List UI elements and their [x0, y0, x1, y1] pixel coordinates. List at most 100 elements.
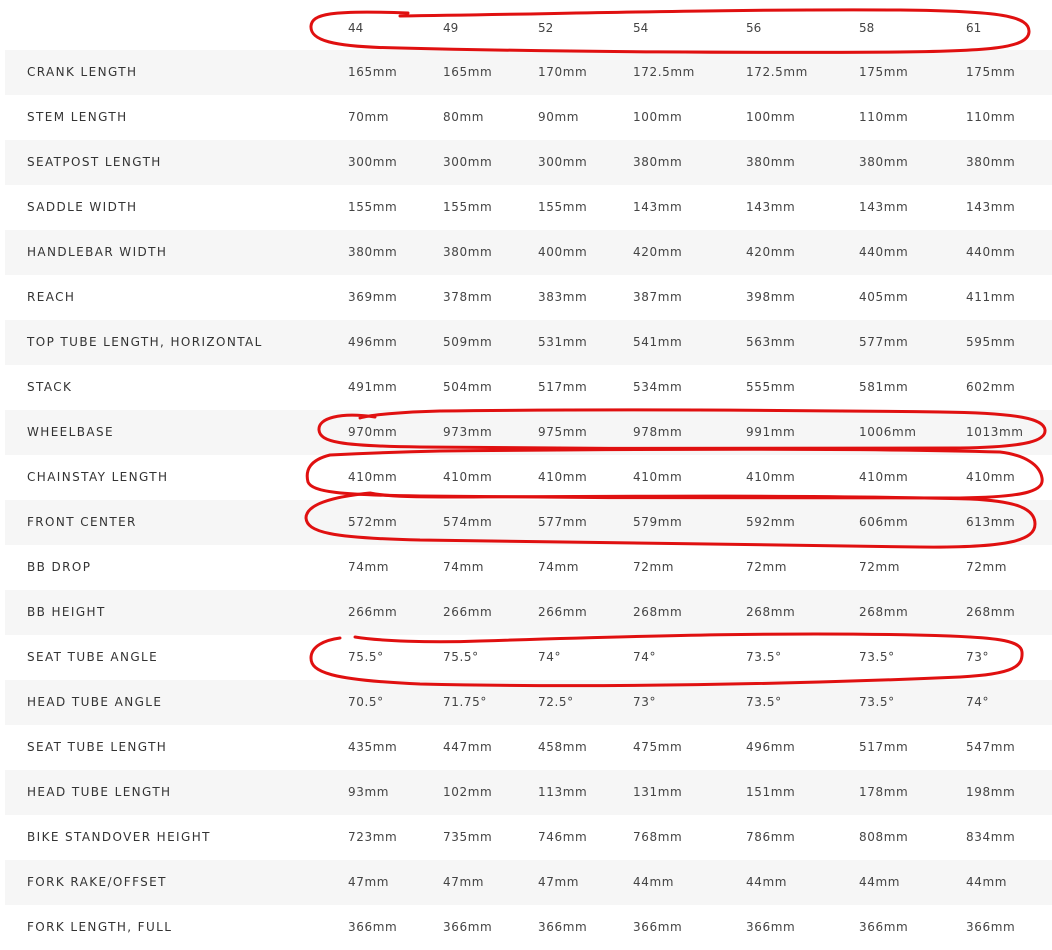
table-row: HEAD TUBE LENGTH 93mm 102mm 113mm 131mm 151mm…	[5, 770, 1052, 815]
table-cell: 75.5°	[348, 650, 384, 664]
table-cell: 555mm	[746, 380, 796, 394]
row-label: STEM LENGTH	[27, 110, 128, 124]
table-cell: 100mm	[746, 110, 796, 124]
table-cell: 44mm	[746, 875, 788, 889]
table-cell: 398mm	[746, 290, 796, 304]
row-label: STACK	[27, 380, 73, 394]
table-cell: 72mm	[966, 560, 1008, 574]
row-label: REACH	[27, 290, 76, 304]
row-label: FORK RAKE/OFFSET	[27, 875, 167, 889]
row-label: SADDLE WIDTH	[27, 200, 138, 214]
table-cell: 100mm	[633, 110, 683, 124]
table-cell: 110mm	[859, 110, 909, 124]
table-cell: 440mm	[966, 245, 1016, 259]
table-cell: 746mm	[538, 830, 588, 844]
table-cell: 509mm	[443, 335, 493, 349]
row-label: TOP TUBE LENGTH, HORIZONTAL	[27, 335, 263, 349]
table-cell: 366mm	[633, 920, 683, 934]
table-cell: 606mm	[859, 515, 909, 529]
table-cell: 380mm	[443, 245, 493, 259]
row-label: BIKE STANDOVER HEIGHT	[27, 830, 211, 844]
table-cell: 380mm	[859, 155, 909, 169]
table-cell: 175mm	[966, 65, 1016, 79]
table-cell: 72mm	[633, 560, 675, 574]
table-cell: 198mm	[966, 785, 1016, 799]
table-cell: 410mm	[966, 470, 1016, 484]
table-cell: 1006mm	[859, 425, 917, 439]
table-cell: 71.75°	[443, 695, 487, 709]
table-cell: 1013mm	[966, 425, 1024, 439]
table-cell: 47mm	[348, 875, 390, 889]
table-cell: 93mm	[348, 785, 390, 799]
table-cell: 143mm	[633, 200, 683, 214]
table-cell: 155mm	[348, 200, 398, 214]
size-header-cell: 56	[746, 21, 762, 35]
table-cell: 579mm	[633, 515, 683, 529]
table-cell: 504mm	[443, 380, 493, 394]
table-cell: 172.5mm	[633, 65, 695, 79]
table-cell: 547mm	[966, 740, 1016, 754]
table-cell: 151mm	[746, 785, 796, 799]
table-cell: 72.5°	[538, 695, 574, 709]
table-cell: 143mm	[859, 200, 909, 214]
size-header-cell: 58	[859, 21, 875, 35]
table-cell: 366mm	[746, 920, 796, 934]
table-cell: 73°	[966, 650, 990, 664]
table-row: HANDLEBAR WIDTH 380mm 380mm 400mm 420mm 420mm…	[5, 230, 1052, 275]
table-cell: 970mm	[348, 425, 398, 439]
table-cell: 383mm	[538, 290, 588, 304]
table-row: CRANK LENGTH 165mm 165mm 170mm 172.5mm 172.5m…	[5, 50, 1052, 95]
table-cell: 72mm	[859, 560, 901, 574]
table-cell: 447mm	[443, 740, 493, 754]
table-cell: 380mm	[966, 155, 1016, 169]
row-label: HEAD TUBE LENGTH	[27, 785, 172, 799]
table-cell: 70.5°	[348, 695, 384, 709]
row-label: CRANK LENGTH	[27, 65, 138, 79]
table-cell: 300mm	[538, 155, 588, 169]
table-cell: 531mm	[538, 335, 588, 349]
table-cell: 595mm	[966, 335, 1016, 349]
table-cell: 991mm	[746, 425, 796, 439]
row-label: WHEELBASE	[27, 425, 114, 439]
table-cell: 73.5°	[859, 650, 895, 664]
row-label: CHAINSTAY LENGTH	[27, 470, 169, 484]
table-cell: 74°	[966, 695, 990, 709]
table-cell: 165mm	[443, 65, 493, 79]
row-label: BB DROP	[27, 560, 92, 574]
table-cell: 47mm	[443, 875, 485, 889]
table-cell: 975mm	[538, 425, 588, 439]
table-cell: 44mm	[633, 875, 675, 889]
size-header-cell: 61	[966, 21, 982, 35]
table-cell: 581mm	[859, 380, 909, 394]
table-cell: 834mm	[966, 830, 1016, 844]
table-cell: 74°	[538, 650, 562, 664]
table-cell: 978mm	[633, 425, 683, 439]
geometry-table: 44 49 52 54 56 58 61 CRANK LENGTH 165mm 16…	[0, 0, 1052, 950]
table-row: CHAINSTAY LENGTH 410mm 410mm 410mm 410mm 410m…	[5, 455, 1052, 500]
table-cell: 440mm	[859, 245, 909, 259]
table-cell: 458mm	[538, 740, 588, 754]
table-cell: 369mm	[348, 290, 398, 304]
table-cell: 435mm	[348, 740, 398, 754]
table-cell: 592mm	[746, 515, 796, 529]
table-cell: 74°	[633, 650, 657, 664]
table-cell: 73.5°	[746, 650, 782, 664]
table-cell: 723mm	[348, 830, 398, 844]
table-cell: 102mm	[443, 785, 493, 799]
table-cell: 405mm	[859, 290, 909, 304]
table-cell: 410mm	[443, 470, 493, 484]
table-cell: 131mm	[633, 785, 683, 799]
table-cell: 786mm	[746, 830, 796, 844]
table-cell: 420mm	[746, 245, 796, 259]
table-cell: 74mm	[443, 560, 485, 574]
table-cell: 496mm	[348, 335, 398, 349]
table-cell: 411mm	[966, 290, 1016, 304]
table-cell: 268mm	[966, 605, 1016, 619]
table-cell: 491mm	[348, 380, 398, 394]
table-row: FORK LENGTH, FULL 366mm 366mm 366mm 366mm 366…	[5, 905, 1052, 950]
table-cell: 410mm	[746, 470, 796, 484]
table-cell: 165mm	[348, 65, 398, 79]
table-cell: 268mm	[633, 605, 683, 619]
table-cell: 44mm	[859, 875, 901, 889]
table-cell: 70mm	[348, 110, 390, 124]
